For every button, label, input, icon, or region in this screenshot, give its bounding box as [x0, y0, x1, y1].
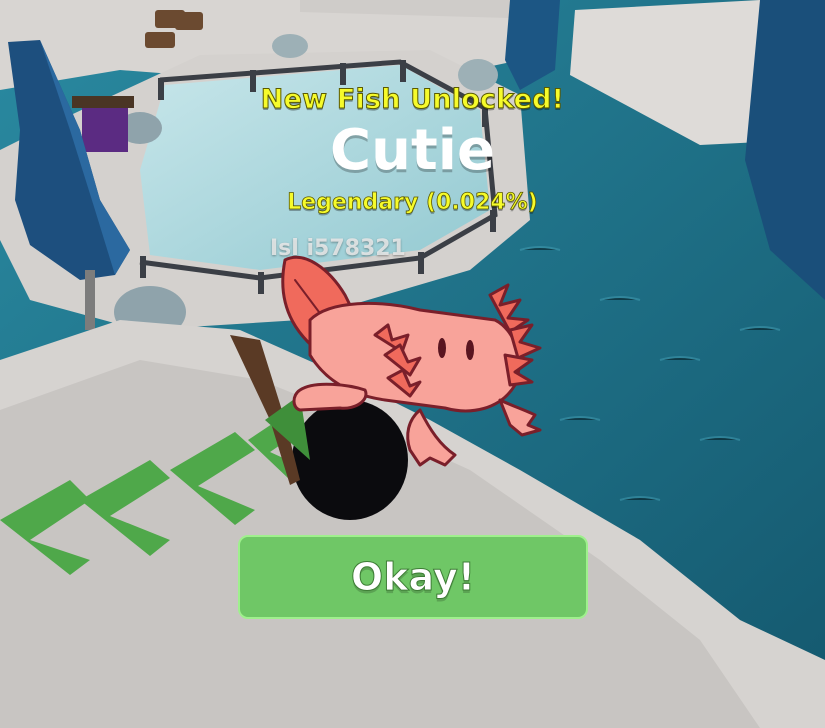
boulder — [272, 34, 308, 58]
tower-pole — [85, 270, 95, 330]
okay-button[interactable]: Okay! — [238, 535, 588, 619]
okay-button-label: Okay! — [350, 555, 476, 600]
game-viewport: Isl i578321 New Fish Unlocked! Cutie Leg… — [0, 0, 825, 728]
axolotl-icon — [281, 255, 542, 467]
fish-rarity: Legendary (0.024%) — [287, 190, 538, 216]
unlock-title: New Fish Unlocked! — [260, 84, 565, 116]
fish-name: Cutie — [330, 118, 495, 183]
